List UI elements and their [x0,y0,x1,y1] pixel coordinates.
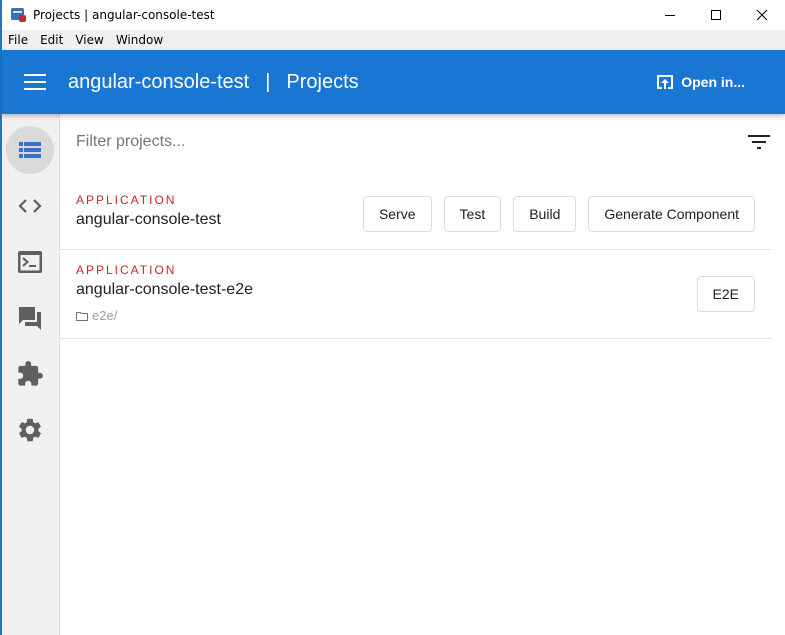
app-window: Projects | angular-console-test File Edi… [0,0,785,635]
open-in-new-icon [657,75,674,89]
maximize-icon [711,10,721,20]
gear-icon [19,418,41,442]
minimize-icon [665,15,675,16]
title-bar: Projects | angular-console-test [2,0,785,30]
extension-icon [18,361,43,386]
sidebar-item-projects[interactable] [6,126,54,174]
window-title: Projects | angular-console-test [33,8,215,22]
test-button[interactable]: Test [443,196,502,232]
menu-bar: File Edit View Window [2,30,785,50]
build-button[interactable]: Build [513,196,577,232]
sidebar-item-tasks[interactable] [6,238,54,286]
page-title: Projects [286,70,359,93]
list-icon [19,142,41,158]
terminal-icon [18,251,42,273]
app-icon [11,7,27,23]
menu-edit[interactable]: Edit [34,33,69,47]
filter-projects-input[interactable] [76,133,676,151]
project-row: APPLICATION angular-console-test-e2e e2e… [60,250,771,339]
sidebar-item-generate[interactable] [6,182,54,230]
serve-button[interactable]: Serve [362,196,432,232]
e2e-button[interactable]: E2E [696,276,755,312]
code-icon [18,199,42,213]
header-separator: | [265,70,271,93]
close-icon [756,9,768,21]
projects-panel: APPLICATION angular-console-test Serve T… [60,114,785,635]
filter-list-icon [748,135,770,149]
project-type-label: APPLICATION [76,263,177,277]
menu-file[interactable]: File [2,33,34,47]
sidebar-item-extensions[interactable] [6,350,54,398]
generate-component-button[interactable]: Generate Component [588,196,755,232]
project-name: angular-console-test [76,211,221,228]
project-row: APPLICATION angular-console-test Serve T… [60,180,771,250]
open-in-label: Open in... [681,74,745,90]
app-header: angular-console-test | Projects Open in.… [2,50,785,114]
project-type-label: APPLICATION [76,193,177,207]
menu-window[interactable]: Window [110,33,169,47]
sidebar-item-support[interactable] [6,294,54,342]
hamburger-menu-button[interactable] [24,74,46,90]
open-in-button[interactable]: Open in... [655,50,745,114]
project-actions: Serve Test Build Generate Component [351,196,755,232]
project-root-text: e2e/ [92,308,118,323]
project-root-path: e2e/ [76,308,117,323]
folder-icon [76,311,88,321]
maximize-button[interactable] [693,0,739,30]
workspace-name[interactable]: angular-console-test [68,71,249,94]
sidebar [2,114,60,635]
sidebar-item-settings[interactable] [6,406,54,454]
project-actions: E2E [685,276,755,312]
menu-view[interactable]: View [69,33,109,47]
close-button[interactable] [739,0,785,30]
forum-icon [19,307,41,330]
project-name: angular-console-test-e2e [76,281,253,298]
filter-button[interactable] [747,130,771,154]
hamburger-icon [24,74,46,76]
minimize-button[interactable] [647,0,693,30]
filter-bar [60,114,771,170]
